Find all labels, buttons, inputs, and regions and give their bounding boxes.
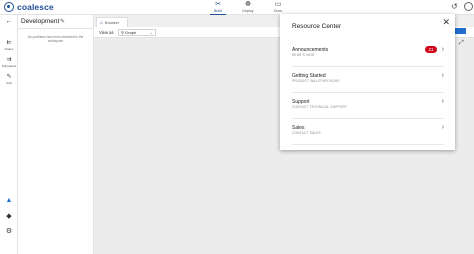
resource-item-subtitle: PRODUCT WALKTHROUGHS bbox=[292, 79, 340, 83]
resource-item-subtitle: CONTACT TECHNICAL SUPPORT bbox=[292, 105, 348, 109]
app-name: coalesce bbox=[17, 2, 54, 12]
deploy-icon: ☸ bbox=[244, 1, 252, 8]
resource-item-announcements[interactable]: Announcements WHAT'S NEW 21 › bbox=[292, 43, 444, 67]
chevron-down-icon: ⌄ bbox=[149, 30, 153, 35]
chevron-right-icon: › bbox=[441, 72, 444, 79]
rail-item-label: Subgraphs bbox=[1, 64, 17, 68]
tab-label: Browser bbox=[105, 21, 119, 25]
view-as-select[interactable]: ⚲ Graph ⌄ bbox=[118, 29, 156, 36]
selected-view: Graph bbox=[125, 30, 137, 35]
rail-item-label: Nodes bbox=[4, 47, 14, 51]
view-as-label: View as bbox=[99, 30, 114, 35]
warning-icon[interactable]: ▲ bbox=[4, 197, 14, 204]
resource-center-panel: Resource Center ✕ Announcements WHAT'S N… bbox=[280, 14, 455, 150]
subgraphs-icon: ⇉ bbox=[6, 57, 12, 63]
notification-badge: 21 bbox=[425, 46, 437, 53]
user-avatar[interactable] bbox=[464, 2, 473, 11]
nav-tab-label: Deploy bbox=[242, 9, 254, 13]
jobs-icon: ✎ bbox=[6, 74, 12, 80]
rail-item-jobs[interactable]: ✎ Jobs bbox=[0, 74, 18, 85]
resource-item-support[interactable]: Support CONTACT TECHNICAL SUPPORT › bbox=[292, 95, 444, 119]
resource-item-getting-started[interactable]: Getting Started PRODUCT WALKTHROUGHS › bbox=[292, 69, 444, 93]
workspace-panel: Development ✎ No problems have been dete… bbox=[18, 15, 94, 254]
app-logo[interactable]: coalesce bbox=[4, 2, 54, 12]
resource-item-sales[interactable]: Sales CONTACT SALES › bbox=[292, 121, 444, 145]
edit-pencil-icon[interactable]: ✎ bbox=[60, 18, 65, 25]
rail-item-nodes[interactable]: ⇇ Nodes bbox=[0, 40, 18, 51]
chevron-right-icon: › bbox=[441, 46, 444, 53]
resource-item-subtitle: WHAT'S NEW bbox=[292, 53, 315, 57]
divider bbox=[18, 28, 93, 29]
workspace-title: Development bbox=[21, 18, 60, 25]
settings-gear-icon[interactable]: ⚙ bbox=[4, 227, 14, 235]
tab-browser[interactable]: ⌂ Browser bbox=[96, 17, 128, 27]
expand-icon[interactable]: ⤢ bbox=[459, 40, 464, 47]
close-icon[interactable]: ✕ bbox=[442, 17, 450, 27]
home-icon: ⌂ bbox=[100, 20, 104, 26]
git-icon[interactable]: ◆ bbox=[4, 212, 14, 220]
chevron-right-icon: › bbox=[441, 124, 444, 131]
nodes-icon: ⇇ bbox=[6, 40, 12, 46]
resource-item-subtitle: CONTACT SALES bbox=[292, 131, 321, 135]
nav-tab-docs[interactable]: ▭ Docs bbox=[263, 1, 293, 13]
nav-tab-label: Docs bbox=[273, 9, 283, 13]
docs-icon: ▭ bbox=[274, 1, 282, 8]
coalesce-logo-icon bbox=[4, 2, 14, 12]
back-arrow-icon[interactable]: ← bbox=[0, 18, 18, 25]
left-rail: ← ⇇ Nodes ⇉ Subgraphs ✎ Jobs ▲ ◆ ⚙ bbox=[0, 15, 18, 254]
nav-tab-label: Build bbox=[214, 9, 222, 13]
empty-state-text: No problems have been detected in the wo… bbox=[27, 35, 84, 43]
nav-tab-build[interactable]: ✂ Build bbox=[203, 1, 233, 15]
top-bar: coalesce ✂ Build ☸ Deploy ▭ Docs ↺ bbox=[0, 0, 474, 15]
resource-center-title: Resource Center bbox=[292, 23, 342, 30]
chevron-right-icon: › bbox=[441, 98, 444, 105]
nav-tab-deploy[interactable]: ☸ Deploy bbox=[233, 1, 263, 13]
build-icon: ✂ bbox=[215, 1, 221, 8]
rail-item-label: Jobs bbox=[5, 81, 13, 85]
history-icon[interactable]: ↺ bbox=[451, 2, 458, 11]
rail-item-subgraphs[interactable]: ⇉ Subgraphs bbox=[0, 57, 18, 68]
